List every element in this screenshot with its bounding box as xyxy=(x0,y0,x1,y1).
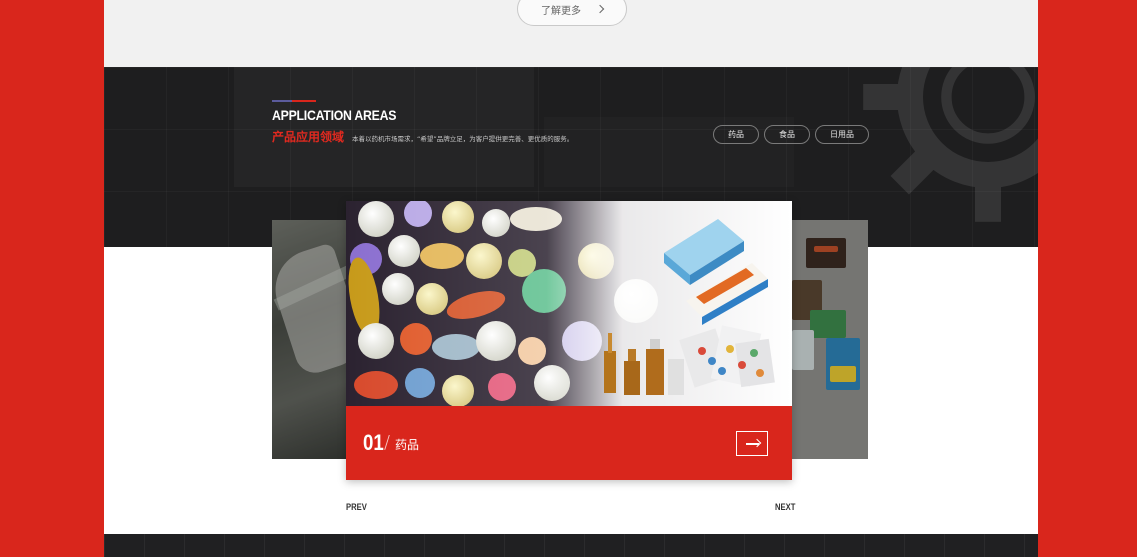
tab-food[interactable]: 食品 xyxy=(764,125,810,144)
tab-medicine[interactable]: 药品 xyxy=(713,125,759,144)
slide-caption-bar: 01 / 药品 xyxy=(346,406,792,480)
gear-icon xyxy=(863,67,1038,222)
chevron-right-icon xyxy=(595,4,605,14)
title-accent-bar xyxy=(272,100,316,102)
category-tabs: 药品 食品 日用品 xyxy=(713,125,869,144)
section-description: 本着以药机市场需求，“希望”品牌立足，为客户提供更完善、更优质的服务。 xyxy=(352,135,574,143)
medicine-product-image xyxy=(346,201,792,406)
learn-more-button[interactable]: 了解更多 xyxy=(517,0,627,26)
section-title-cn: 产品应用领域 xyxy=(272,130,345,144)
slide-open-button[interactable] xyxy=(736,431,768,456)
tab-daily-goods[interactable]: 日用品 xyxy=(815,125,869,144)
pills-illustration xyxy=(346,201,792,406)
slide-number: 01 xyxy=(363,430,384,455)
next-section-band xyxy=(104,534,1038,557)
slide-separator: / xyxy=(384,432,391,453)
section-title-en: APPLICATION AREAS xyxy=(272,107,397,123)
active-slide-card[interactable]: 01 / 药品 xyxy=(346,201,792,480)
page-container: 了解更多 APPLICATION AREAS 产品应用领域 本着以药机市场需求，… xyxy=(104,0,1038,557)
top-strip: 了解更多 xyxy=(104,0,1038,67)
next-button[interactable]: NEXT xyxy=(775,502,795,512)
prev-button[interactable]: PREV xyxy=(346,502,367,512)
slide-label: 药品 xyxy=(395,438,420,452)
slide-next-image[interactable] xyxy=(792,220,868,459)
slide-previous-image[interactable] xyxy=(272,220,352,459)
learn-more-label: 了解更多 xyxy=(541,5,581,17)
